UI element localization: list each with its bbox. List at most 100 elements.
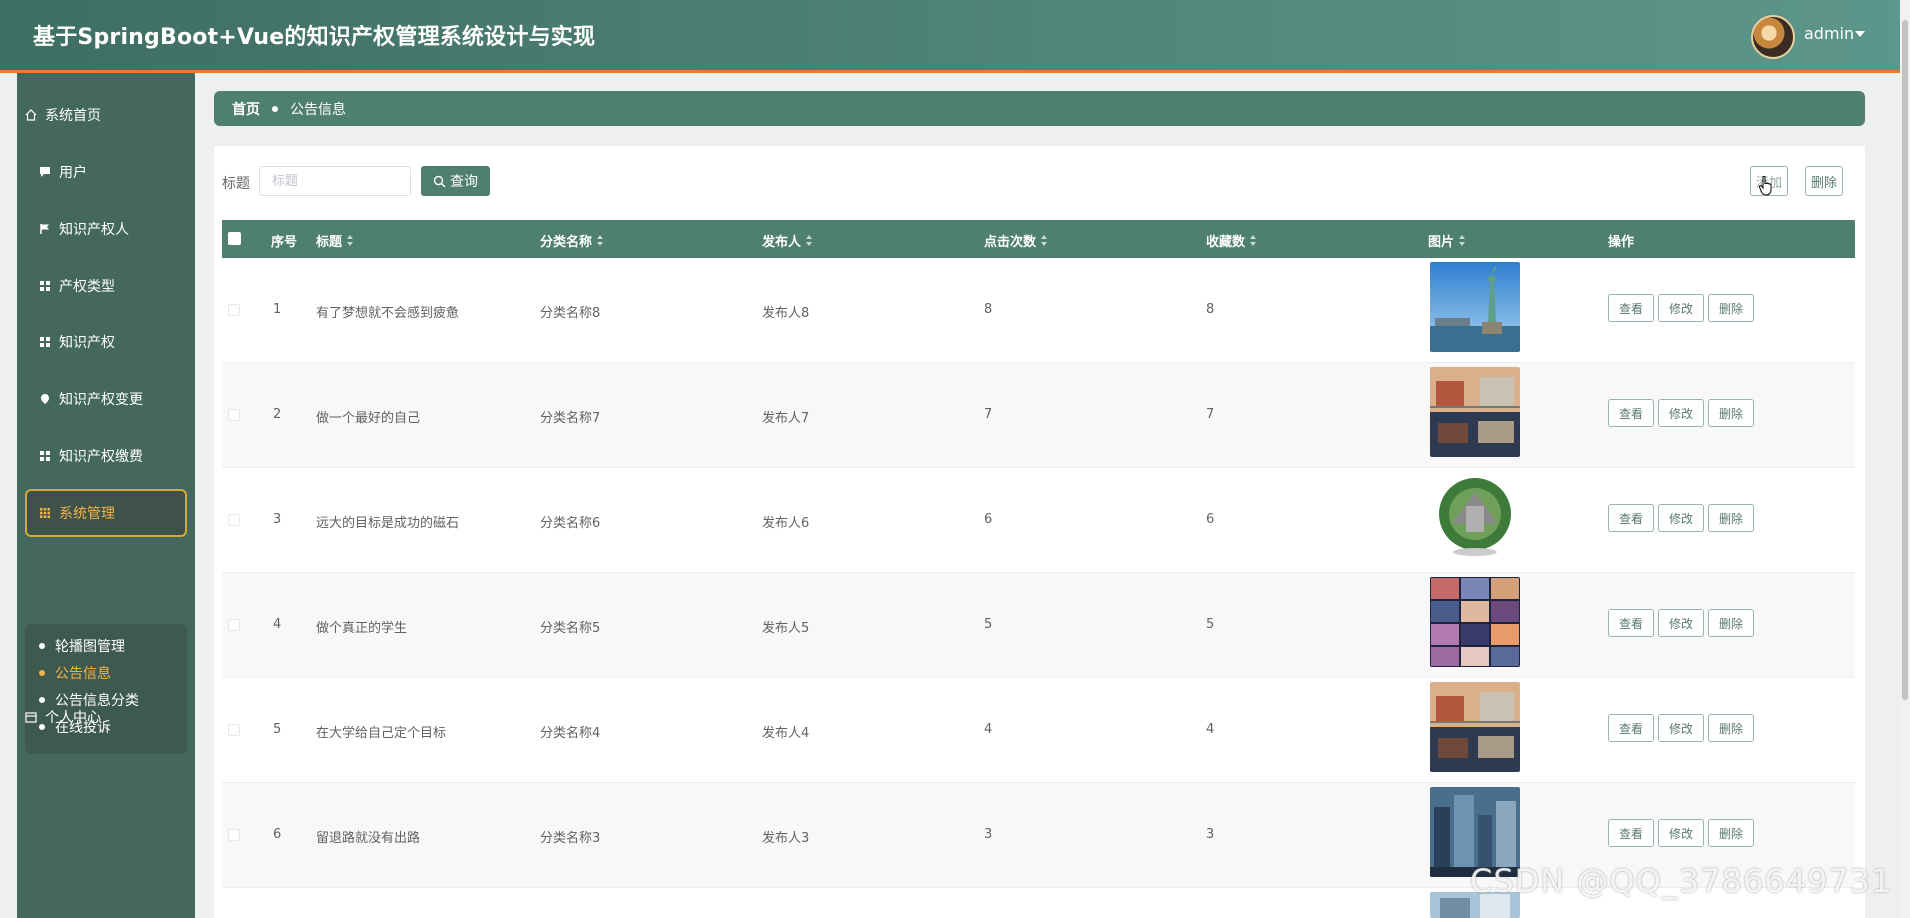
header-actions: 操作 xyxy=(1608,231,1634,250)
cell-publisher: 发布人5 xyxy=(762,621,810,636)
delete-button[interactable]: 删除 xyxy=(1708,609,1754,637)
header-label: 收藏数 xyxy=(1206,235,1246,250)
edit-button[interactable]: 修改 xyxy=(1658,294,1704,322)
sidebar-item-label: 知识产权人 xyxy=(59,222,129,238)
bullet-icon xyxy=(272,105,278,112)
sidebar-item-label: 知识产权变更 xyxy=(59,392,143,408)
row-checkbox[interactable] xyxy=(228,304,240,316)
delete-button[interactable]: 删除 xyxy=(1708,504,1754,532)
row-thumbnail[interactable] xyxy=(1430,367,1520,457)
submenu-item-label: 轮播图管理 xyxy=(55,639,125,655)
sort-icon[interactable] xyxy=(1250,235,1257,246)
header-label: 点击次数 xyxy=(984,235,1037,250)
row-checkbox[interactable] xyxy=(228,724,240,736)
delete-button[interactable]: 删除 xyxy=(1708,714,1754,742)
view-button[interactable]: 查看 xyxy=(1608,294,1654,322)
cell-title: 在大学给自己定个目标 xyxy=(316,726,447,741)
sidebar-item-profile[interactable]: 个人中心 xyxy=(25,697,187,737)
sidebar-item-ip-holders[interactable]: 知识产权人 xyxy=(25,209,187,249)
edit-button[interactable]: 修改 xyxy=(1658,399,1704,427)
delete-button[interactable]: 删除 xyxy=(1708,399,1754,427)
cell-title: 做个真正的学生 xyxy=(316,621,408,636)
sort-icon[interactable] xyxy=(347,235,354,246)
header-publisher[interactable]: 发布人 xyxy=(762,231,813,250)
cell-favorites: 3 xyxy=(1206,827,1215,842)
top-header: 基于SpringBoot+Vue的知识产权管理系统设计与实现 admin xyxy=(0,0,1910,73)
cell-index: 4 xyxy=(273,617,282,632)
header-clicks[interactable]: 点击次数 xyxy=(984,231,1048,250)
submenu-item-carousel[interactable]: 轮播图管理 xyxy=(39,636,125,656)
main-panel: 标题 查询 添加 删除 序号 标题 分类名称 发布人 点击次数 收藏数 图片 操… xyxy=(214,146,1865,918)
row-thumbnail[interactable] xyxy=(1430,262,1520,352)
hand-cursor-icon xyxy=(1759,176,1772,196)
user-avatar[interactable] xyxy=(1751,15,1795,59)
watermark: CSDN @QQ_3786649731 xyxy=(1470,862,1893,900)
sort-icon[interactable] xyxy=(1041,235,1048,246)
chevron-down-icon[interactable] xyxy=(1855,31,1865,37)
row-checkbox[interactable] xyxy=(228,619,240,631)
bullet-icon xyxy=(39,670,45,676)
edit-button[interactable]: 修改 xyxy=(1658,609,1704,637)
header-title[interactable]: 标题 xyxy=(316,231,354,250)
cell-clicks: 5 xyxy=(984,617,993,632)
edit-button[interactable]: 修改 xyxy=(1658,714,1704,742)
sidebar-item-users[interactable]: 用户 xyxy=(25,152,187,192)
sidebar-item-ip-changes[interactable]: 知识产权变更 xyxy=(25,379,187,419)
view-button[interactable]: 查看 xyxy=(1608,399,1654,427)
grid-icon xyxy=(40,337,50,347)
sidebar: 系统首页 用户 知识产权人 产权类型 知识产权 知识产权变更 知识产权缴费 系统… xyxy=(17,73,195,918)
search-input[interactable] xyxy=(259,166,411,196)
delete-button[interactable]: 删除 xyxy=(1708,819,1754,847)
header-favorites[interactable]: 收藏数 xyxy=(1206,231,1257,250)
row-thumbnail[interactable] xyxy=(1430,577,1520,667)
sort-icon[interactable] xyxy=(597,235,604,246)
cell-index: 6 xyxy=(273,827,282,842)
sidebar-item-home[interactable]: 系统首页 xyxy=(25,95,187,135)
header-image[interactable]: 图片 xyxy=(1428,231,1466,250)
row-checkbox[interactable] xyxy=(228,409,240,421)
calendar-icon xyxy=(25,712,37,723)
sidebar-item-system-management[interactable]: 系统管理 xyxy=(25,489,187,537)
cell-favorites: 6 xyxy=(1206,512,1215,527)
sidebar-item-ip-types[interactable]: 产权类型 xyxy=(25,266,187,306)
header-label: 序号 xyxy=(271,235,298,250)
table-row: 4 做个真正的学生 分类名称5 发布人5 5 5 查看 修改 删除 xyxy=(222,573,1855,678)
sidebar-item-ip[interactable]: 知识产权 xyxy=(25,322,187,362)
cell-favorites: 5 xyxy=(1206,617,1215,632)
delete-button[interactable]: 删除 xyxy=(1708,294,1754,322)
edit-button[interactable]: 修改 xyxy=(1658,819,1704,847)
username-label[interactable]: admin xyxy=(1804,24,1854,43)
breadcrumb: 首页 公告信息 xyxy=(214,91,1865,126)
cell-title: 有了梦想就不会感到疲惫 xyxy=(316,306,460,321)
sort-icon[interactable] xyxy=(806,235,813,246)
edit-button[interactable]: 修改 xyxy=(1658,504,1704,532)
table-row: 1 有了梦想就不会感到疲惫 分类名称8 发布人8 8 8 查看 修改 删除 xyxy=(222,258,1855,363)
search-button-label: 查询 xyxy=(450,174,478,190)
view-button[interactable]: 查看 xyxy=(1608,819,1654,847)
sidebar-item-ip-fees[interactable]: 知识产权缴费 xyxy=(25,436,187,476)
batch-delete-button[interactable]: 删除 xyxy=(1805,166,1843,196)
breadcrumb-home[interactable]: 首页 xyxy=(232,99,260,119)
sidebar-item-label: 系统管理 xyxy=(59,506,115,522)
row-thumbnail[interactable] xyxy=(1430,472,1520,562)
search-label: 标题 xyxy=(222,176,250,192)
chat-icon xyxy=(40,167,50,177)
sort-icon[interactable] xyxy=(1459,235,1466,246)
view-button[interactable]: 查看 xyxy=(1608,504,1654,532)
page-scrollbar[interactable] xyxy=(1900,0,1910,918)
row-checkbox[interactable] xyxy=(228,829,240,841)
header-category[interactable]: 分类名称 xyxy=(540,231,604,250)
view-button[interactable]: 查看 xyxy=(1608,609,1654,637)
cell-index: 5 xyxy=(273,722,282,737)
search-button[interactable]: 查询 xyxy=(421,166,490,196)
submenu-item-announcements[interactable]: 公告信息 xyxy=(39,663,111,683)
cell-title: 留退路就没有出路 xyxy=(316,831,421,846)
row-checkbox[interactable] xyxy=(228,514,240,526)
view-button[interactable]: 查看 xyxy=(1608,714,1654,742)
cell-favorites: 7 xyxy=(1206,407,1215,422)
select-all-checkbox[interactable] xyxy=(228,232,241,245)
row-thumbnail[interactable] xyxy=(1430,682,1520,772)
cell-title: 远大的目标是成功的磁石 xyxy=(316,516,460,531)
grid-icon xyxy=(40,281,50,291)
scrollbar-thumb[interactable] xyxy=(1902,20,1908,700)
